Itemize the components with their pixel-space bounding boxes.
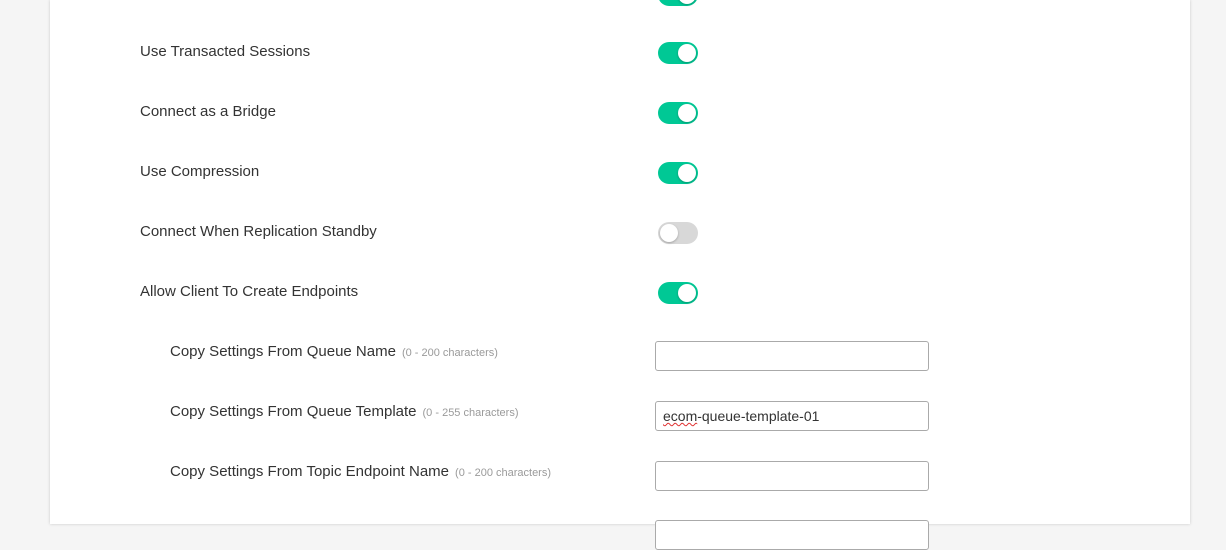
toggle-knob — [678, 0, 696, 4]
field-label-copy-topic-endpoint-name: Copy Settings From Topic Endpoint Name (0… — [170, 463, 551, 480]
toggle-allow-client-create-endpoints[interactable] — [658, 282, 698, 304]
setting-label-connect-as-bridge: Connect as a Bridge — [140, 103, 276, 120]
field-label-copy-queue-name: Copy Settings From Queue Name (0 - 200 ch… — [170, 343, 498, 360]
character-limit-hint: (0 - 200 characters) — [455, 467, 552, 479]
toggle-connect-when-replication-standby[interactable] — [658, 222, 698, 244]
toggle-knob — [678, 104, 696, 122]
toggle-use-transacted-sessions[interactable] — [658, 42, 698, 64]
field-label-copy-queue-template: Copy Settings From Queue Template (0 - 25… — [170, 403, 519, 420]
setting-label-connect-when-replication-standby: Connect When Replication Standby — [140, 223, 377, 240]
next-field-input[interactable] — [655, 520, 929, 550]
field-label-text: Copy Settings From Queue Template — [170, 403, 417, 420]
character-limit-hint: (0 - 255 characters) — [422, 407, 519, 419]
copy-queue-name-input[interactable] — [655, 341, 929, 371]
field-label-text: Copy Settings From Queue Name — [170, 343, 396, 360]
setting-label-allow-client-create-endpoints: Allow Client To Create Endpoints — [140, 283, 359, 300]
toggle-connect-as-bridge[interactable] — [658, 102, 698, 124]
settings-panel: Use Transacted Sessions Connect as a Bri… — [50, 0, 1190, 550]
toggle-knob — [678, 164, 696, 182]
toggle-knob — [678, 284, 696, 302]
toggle-previous-setting[interactable] — [658, 0, 698, 6]
toggle-knob — [678, 44, 696, 62]
input-value-misspelled-part: ecom — [663, 408, 698, 424]
toggle-use-compression[interactable] — [658, 162, 698, 184]
setting-label-use-compression: Use Compression — [140, 163, 260, 180]
field-label-text: Copy Settings From Topic Endpoint Name — [170, 463, 450, 480]
copy-queue-template-input[interactable]: ecom-queue-template-01 — [655, 401, 929, 431]
copy-topic-endpoint-name-input[interactable] — [655, 461, 929, 491]
toggle-knob — [660, 224, 678, 242]
input-value-rest: -queue-template-01 — [697, 408, 820, 424]
character-limit-hint: (0 - 200 characters) — [401, 347, 498, 359]
setting-label-use-transacted-sessions: Use Transacted Sessions — [140, 43, 311, 60]
